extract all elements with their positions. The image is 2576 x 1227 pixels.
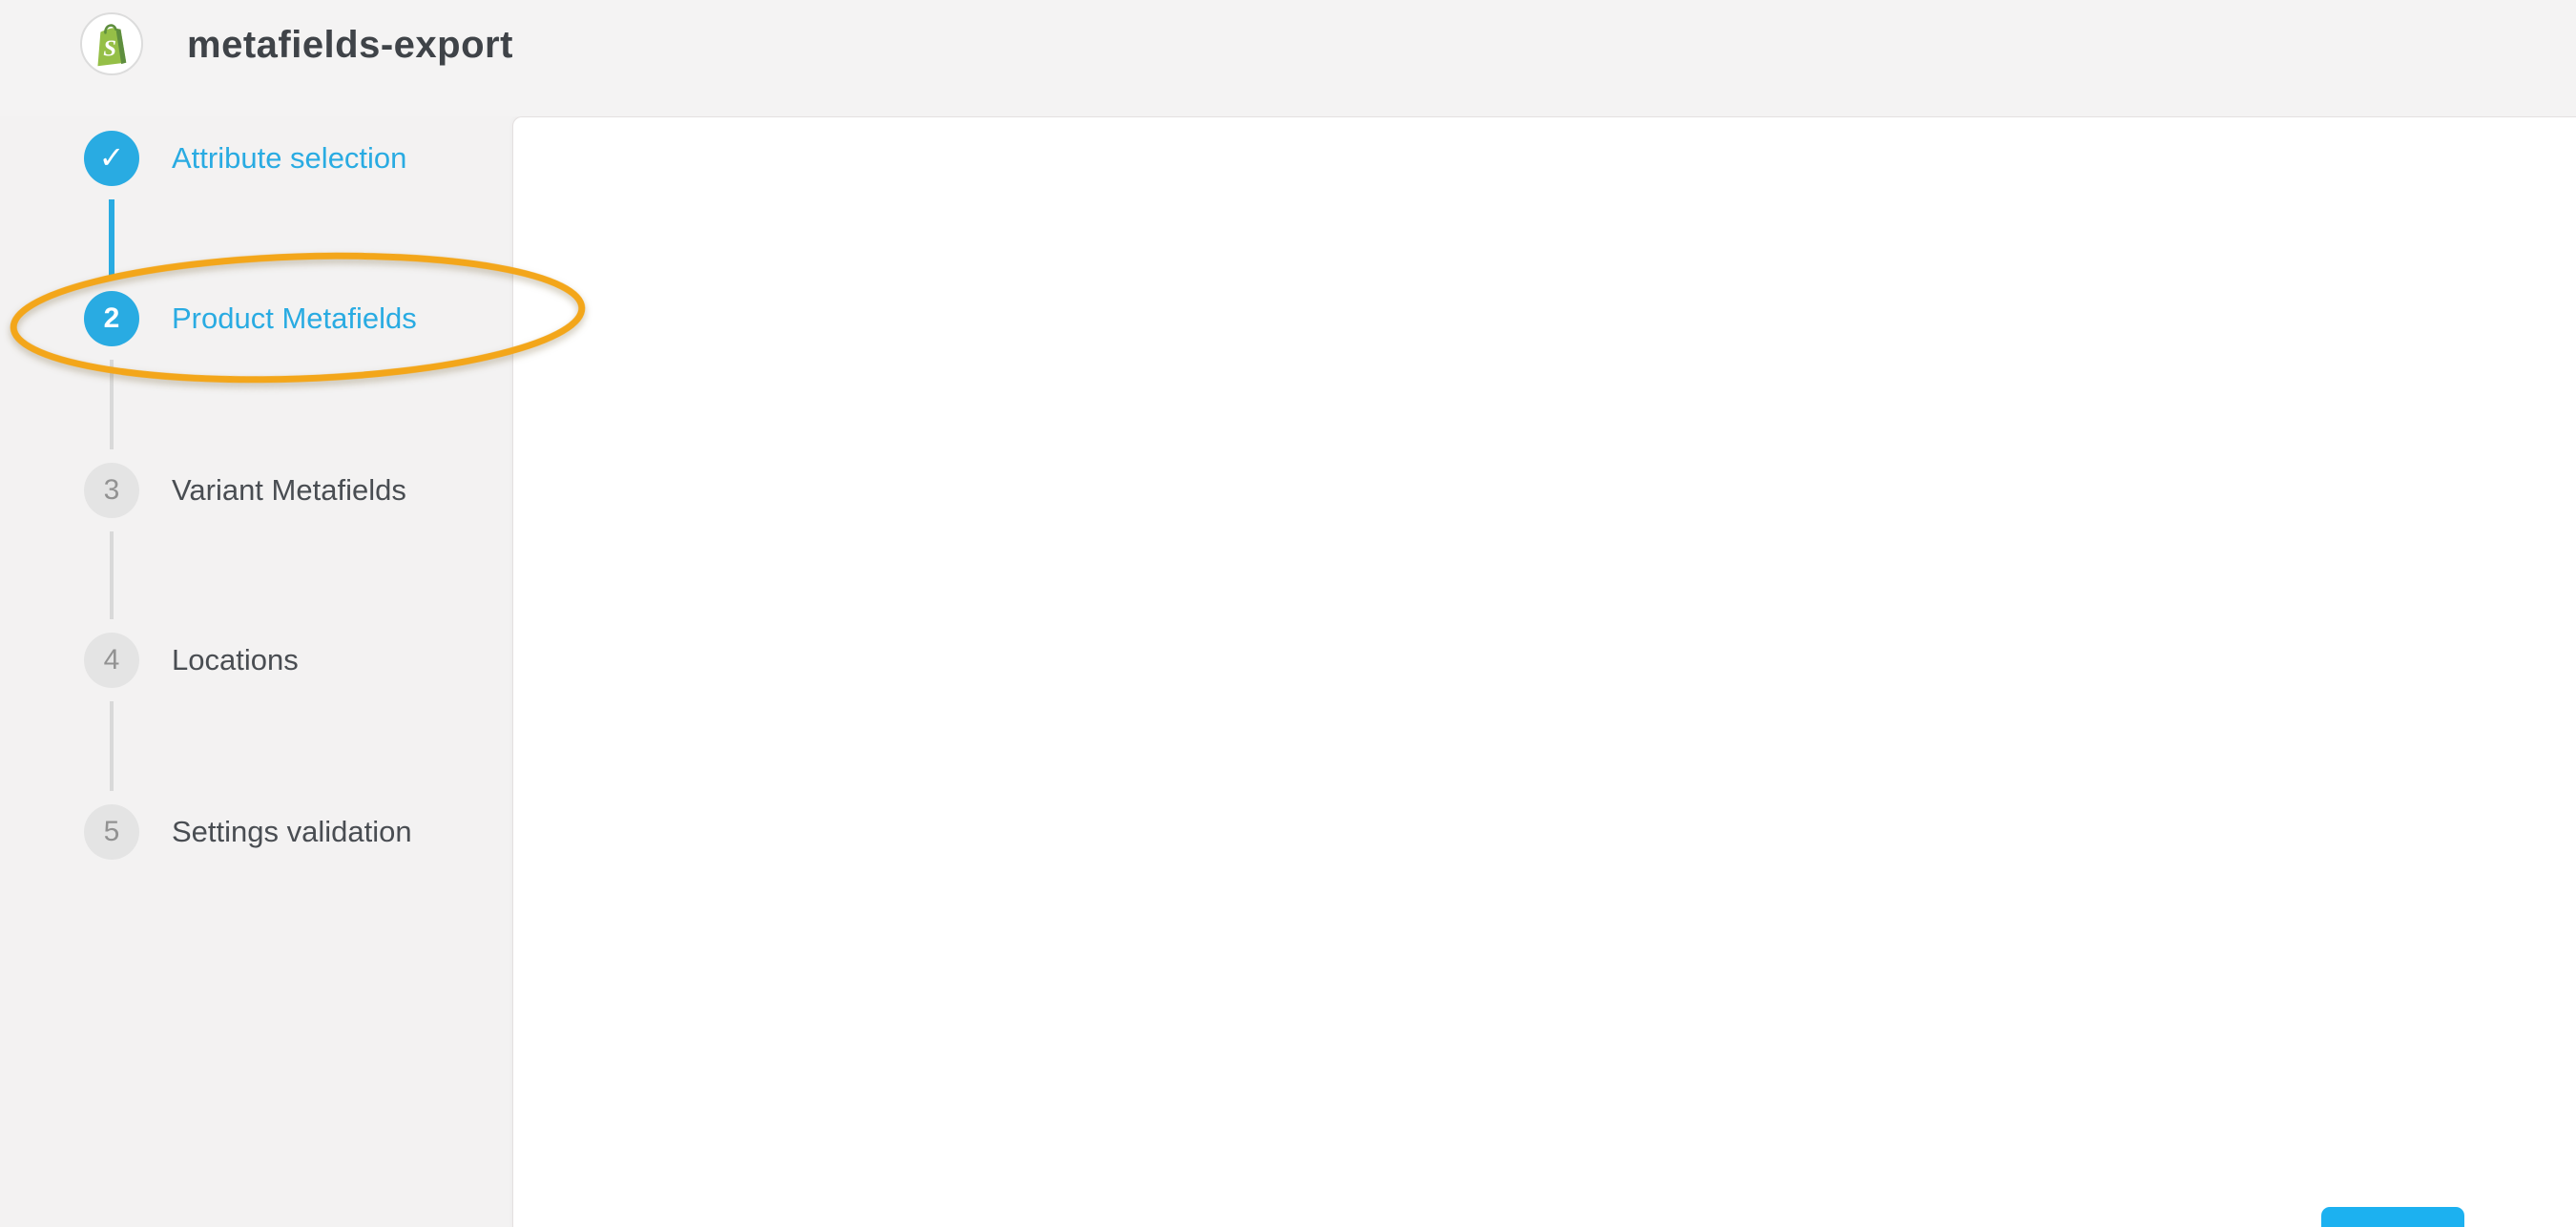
content-card <box>512 116 2576 1227</box>
step-5-indicator[interactable]: 5 <box>84 804 139 860</box>
step-connector-line <box>110 531 114 619</box>
step-1-label[interactable]: Attribute selection <box>172 131 406 186</box>
app-root: S metafields-export ✓ Attribute selectio… <box>0 0 2576 1227</box>
app-title: metafields-export <box>187 0 513 91</box>
app-header: S metafields-export <box>0 0 2576 116</box>
step-connector-line <box>109 199 114 278</box>
check-icon: ✓ <box>99 139 125 176</box>
next-button-partial[interactable] <box>2321 1207 2464 1227</box>
step-2-label[interactable]: Product Metafields <box>172 291 417 346</box>
step-3-label[interactable]: Variant Metafields <box>172 463 406 518</box>
step-2-number: 2 <box>104 302 120 335</box>
svg-text:S: S <box>103 35 116 61</box>
step-3-indicator[interactable]: 3 <box>84 463 139 518</box>
step-4-label[interactable]: Locations <box>172 633 299 688</box>
shopify-logo-icon: S <box>80 12 143 75</box>
step-connector-line <box>110 360 114 449</box>
step-2-indicator[interactable]: 2 <box>84 291 139 346</box>
step-connector-line <box>110 701 114 791</box>
step-4-number: 4 <box>104 644 120 676</box>
step-1-indicator[interactable]: ✓ <box>84 131 139 186</box>
step-4-indicator[interactable]: 4 <box>84 633 139 688</box>
step-5-label[interactable]: Settings validation <box>172 804 412 860</box>
step-3-number: 3 <box>104 474 120 507</box>
wizard-stepper: ✓ Attribute selection 2 Product Metafiel… <box>0 116 512 1227</box>
step-5-number: 5 <box>104 816 120 848</box>
